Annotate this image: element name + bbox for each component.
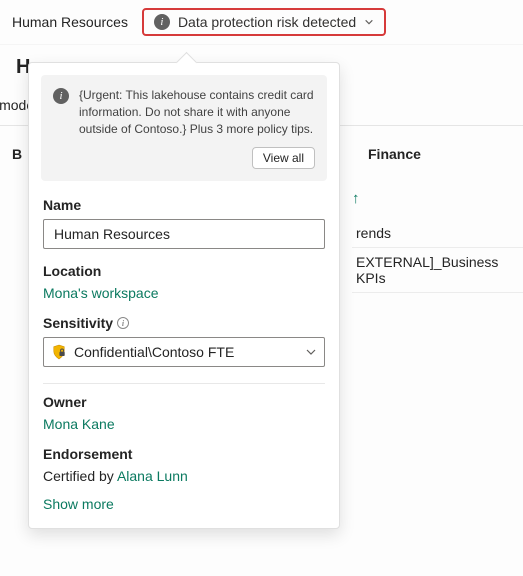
location-link[interactable]: Mona's workspace [43, 285, 159, 301]
table-rows-partial: ↑ rends EXTERNAL]_Business KPIs [352, 190, 523, 293]
info-icon: i [154, 14, 170, 30]
shield-lock-icon [52, 344, 66, 360]
name-section: Name [29, 193, 339, 259]
location-section: Location Mona's workspace [29, 259, 339, 311]
chevron-down-icon [364, 17, 374, 27]
policy-callout: i {Urgent: This lakehouse contains credi… [41, 75, 327, 181]
sensitivity-section: Sensitivity i Confidential\Contoso FTE [29, 311, 339, 377]
table-row[interactable]: EXTERNAL]_Business KPIs [352, 248, 523, 293]
name-label: Name [43, 197, 325, 213]
endorsement-user-link[interactable]: Alana Lunn [117, 468, 188, 484]
table-row[interactable]: rends [352, 219, 523, 248]
chevron-down-icon [305, 346, 317, 358]
view-all-button[interactable]: View all [252, 147, 315, 169]
owner-link[interactable]: Mona Kane [43, 416, 115, 432]
callout-message: {Urgent: This lakehouse contains credit … [79, 87, 315, 137]
sensitivity-select[interactable]: Confidential\Contoso FTE [43, 337, 325, 367]
owner-section: Owner Mona Kane [29, 390, 339, 442]
sensitivity-label: Sensitivity i [43, 315, 325, 331]
column-a-partial: B [12, 146, 28, 162]
location-label: Location [43, 263, 325, 279]
endorsement-value: Certified by Alana Lunn [43, 468, 325, 484]
endorsement-label: Endorsement [43, 446, 325, 462]
sensitivity-value: Confidential\Contoso FTE [74, 344, 234, 360]
info-icon: i [53, 88, 69, 104]
info-icon[interactable]: i [117, 317, 129, 329]
page-header: Human Resources i Data protection risk d… [0, 0, 523, 45]
show-more-link[interactable]: Show more [43, 496, 114, 512]
divider [43, 383, 325, 384]
endorsement-section: Endorsement Certified by Alana Lunn [29, 442, 339, 494]
name-input[interactable] [43, 219, 325, 249]
owner-label: Owner [43, 394, 325, 410]
sort-ascending-icon[interactable]: ↑ [352, 190, 360, 207]
data-protection-pill[interactable]: i Data protection risk detected [142, 8, 386, 36]
pill-label: Data protection risk detected [178, 14, 356, 30]
breadcrumb-item[interactable]: Human Resources [8, 12, 132, 32]
details-popover: i {Urgent: This lakehouse contains credi… [28, 62, 340, 529]
